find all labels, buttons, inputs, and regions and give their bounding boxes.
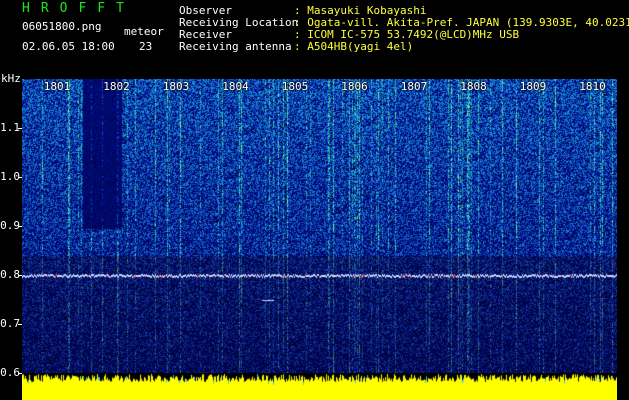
y-tick-label: 0.9 [0, 219, 20, 232]
x-tick-label: 1804 [222, 80, 249, 93]
x-tick-label: 1810 [579, 80, 606, 93]
signal-strip-canvas [22, 373, 617, 400]
y-axis-unit: kHz [1, 72, 21, 85]
x-tick-label: 1802 [103, 80, 130, 93]
x-tick-label: 1805 [281, 80, 309, 93]
y-tick-mark [18, 128, 22, 129]
y-tick-mark [18, 275, 22, 276]
y-tick-label: 0.8 [0, 268, 20, 281]
x-tick-label: 1808 [460, 80, 487, 93]
meteor-count: 23 [139, 40, 153, 53]
header-panel: HROFFT 06051800.png meteor 02.06.05 18:0… [0, 0, 629, 78]
datetime-label: 02.06.05 18:00 [22, 40, 115, 53]
x-tick-label: 1806 [341, 80, 368, 93]
x-tick-label: 1809 [519, 80, 547, 93]
brand-title: HROFFT [22, 1, 135, 16]
y-tick-mark [18, 177, 22, 178]
x-tick-label: 1801 [43, 80, 71, 93]
y-tick-label: 0.7 [0, 317, 20, 330]
y-tick-mark [18, 324, 22, 325]
x-tick-label: 1803 [162, 80, 190, 93]
filename-label: 06051800.png [22, 20, 102, 33]
meteor-label: meteor [124, 25, 164, 38]
y-tick-label: 1.0 [0, 170, 20, 183]
antenna-value: : A504HB(yagi 4el) [294, 40, 414, 53]
x-tick-label: 1807 [400, 80, 428, 93]
y-tick-mark [18, 373, 22, 374]
antenna-label: Receiving antenna [179, 40, 292, 53]
y-tick-mark [18, 226, 22, 227]
spectrogram-canvas [22, 79, 617, 373]
y-tick-label: 1.1 [0, 121, 20, 134]
y-tick-label: 0.6 [0, 366, 20, 379]
